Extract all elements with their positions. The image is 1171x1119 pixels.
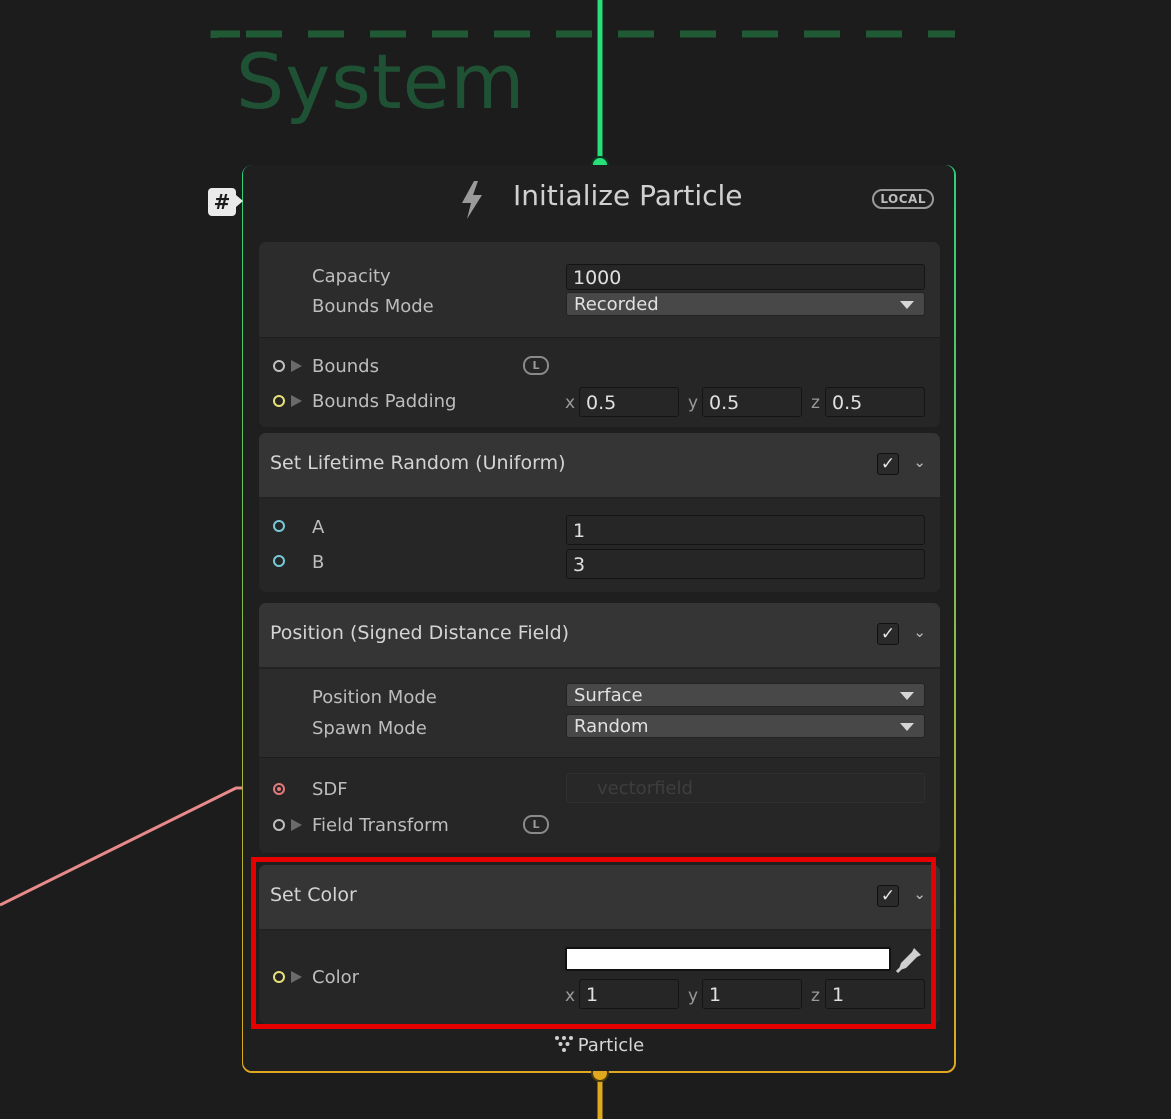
footer-label: Particle (577, 1035, 645, 1056)
bounds-padding-y-label: y (688, 393, 699, 413)
a-label: A (312, 517, 325, 538)
spawn-mode-dropdown[interactable]: Random (566, 714, 925, 738)
field-transform-port[interactable] (273, 819, 285, 831)
set-color-body: Color x 1 y 1 z 1 (259, 931, 940, 1024)
set-lifetime-title: Set Lifetime Random (Uniform) (270, 452, 566, 474)
chevron-down-icon[interactable]: ⌄ (913, 623, 926, 641)
bounds-padding-x-field[interactable]: 0.5 (579, 387, 679, 417)
color-label: Color (312, 967, 359, 988)
chevron-down-icon[interactable]: ⌄ (913, 885, 926, 903)
bounds-section: Bounds L Bounds Padding x 0.5 y 0.5 z 0.… (259, 337, 940, 427)
position-sdf-enabled-checkbox[interactable]: ✓ (877, 623, 899, 645)
system-title[interactable]: System (236, 44, 525, 120)
sdf-object-field: vectorfield (566, 773, 925, 803)
color-port[interactable] (273, 971, 285, 983)
set-color-block: Set Color ✓ ⌄ Color x 1 y 1 z 1 (259, 865, 940, 1024)
position-sdf-block: Position (Signed Distance Field) ✓ ⌄ Pos… (259, 603, 940, 853)
group-badge[interactable]: # (208, 188, 236, 216)
bounds-mode-dropdown[interactable]: Recorded (566, 292, 925, 316)
set-lifetime-block: Set Lifetime Random (Uniform) ✓ ⌄ A 1 B … (259, 433, 940, 592)
bounds-padding-z-label: z (811, 393, 820, 413)
bounds-port[interactable] (273, 360, 285, 372)
space-badge[interactable]: LOCAL (872, 189, 934, 209)
group-badge-arrow (236, 195, 243, 207)
bounds-padding-port[interactable] (273, 395, 285, 407)
a-field[interactable]: 1 (566, 515, 925, 545)
b-port[interactable] (273, 555, 285, 567)
checkmark-icon: ✓ (880, 624, 896, 644)
bounds-padding-z-field[interactable]: 0.5 (825, 387, 925, 417)
spawn-mode-value: Random (574, 716, 649, 737)
spawn-mode-label: Spawn Mode (312, 718, 427, 739)
b-field[interactable]: 3 (566, 549, 925, 579)
field-transform-expand-arrow[interactable] (291, 819, 302, 831)
color-x-field[interactable]: 1 (579, 979, 679, 1009)
position-mode-dropdown[interactable]: Surface (566, 683, 925, 707)
position-sdf-header[interactable]: Position (Signed Distance Field) ✓ ⌄ (259, 603, 940, 669)
a-port[interactable] (273, 520, 285, 532)
bounds-padding-expand-arrow[interactable] (291, 395, 302, 407)
eyedropper-icon[interactable] (894, 945, 924, 975)
bounds-expand-arrow[interactable] (291, 360, 302, 372)
color-y-field[interactable]: 1 (702, 979, 802, 1009)
node-title: Initialize Particle (513, 179, 743, 212)
bounds-padding-label: Bounds Padding (312, 391, 457, 412)
capacity-field[interactable]: 1000 (566, 264, 925, 290)
bounds-padding-x-label: x (565, 393, 576, 413)
bounds-padding-y-field[interactable]: 0.5 (702, 387, 802, 417)
particle-icon (554, 1036, 573, 1052)
bounds-mode-label: Bounds Mode (312, 296, 434, 317)
position-mode-label: Position Mode (312, 687, 437, 708)
bounds-label: Bounds (312, 356, 379, 377)
lightning-icon (462, 181, 482, 219)
checkmark-icon: ✓ (880, 454, 896, 474)
position-sdf-inputs: SDF vectorfield Field Transform L (259, 757, 940, 853)
color-swatch[interactable] (565, 947, 891, 971)
set-color-header[interactable]: Set Color ✓ ⌄ (259, 865, 940, 931)
bounds-space-badge[interactable]: L (523, 356, 549, 375)
field-transform-space-badge[interactable]: L (523, 815, 549, 834)
node-footer: Particle (243, 1035, 955, 1056)
b-label: B (312, 552, 325, 573)
set-lifetime-body: A 1 B 3 (259, 499, 940, 592)
sdf-label: SDF (312, 779, 348, 800)
position-sdf-title: Position (Signed Distance Field) (270, 622, 570, 644)
set-color-title: Set Color (270, 884, 357, 906)
position-sdf-settings: Position Mode Surface Spawn Mode Random (259, 669, 940, 757)
position-mode-value: Surface (574, 685, 643, 706)
settings-block: Capacity 1000 Bounds Mode Recorded Bound… (259, 242, 940, 427)
color-z-label: z (811, 986, 820, 1006)
color-z-field[interactable]: 1 (825, 979, 925, 1009)
set-color-enabled-checkbox[interactable]: ✓ (877, 885, 899, 907)
dropdown-arrow-icon (900, 723, 914, 731)
chevron-down-icon[interactable]: ⌄ (913, 453, 926, 471)
sdf-value: vectorfield (597, 778, 693, 799)
color-expand-arrow[interactable] (291, 971, 302, 983)
capacity-label: Capacity (312, 266, 391, 287)
set-lifetime-enabled-checkbox[interactable]: ✓ (877, 453, 899, 475)
sdf-input-wire (0, 786, 268, 907)
set-lifetime-header[interactable]: Set Lifetime Random (Uniform) ✓ ⌄ (259, 433, 940, 499)
settings-section: Capacity 1000 Bounds Mode Recorded (259, 242, 940, 337)
dropdown-arrow-icon (900, 692, 914, 700)
dropdown-arrow-icon (900, 301, 914, 309)
checkmark-icon: ✓ (880, 886, 896, 906)
bounds-mode-value: Recorded (574, 294, 659, 315)
field-transform-label: Field Transform (312, 815, 449, 836)
color-x-label: x (565, 986, 576, 1006)
sdf-port[interactable] (273, 783, 285, 795)
color-y-label: y (688, 986, 699, 1006)
